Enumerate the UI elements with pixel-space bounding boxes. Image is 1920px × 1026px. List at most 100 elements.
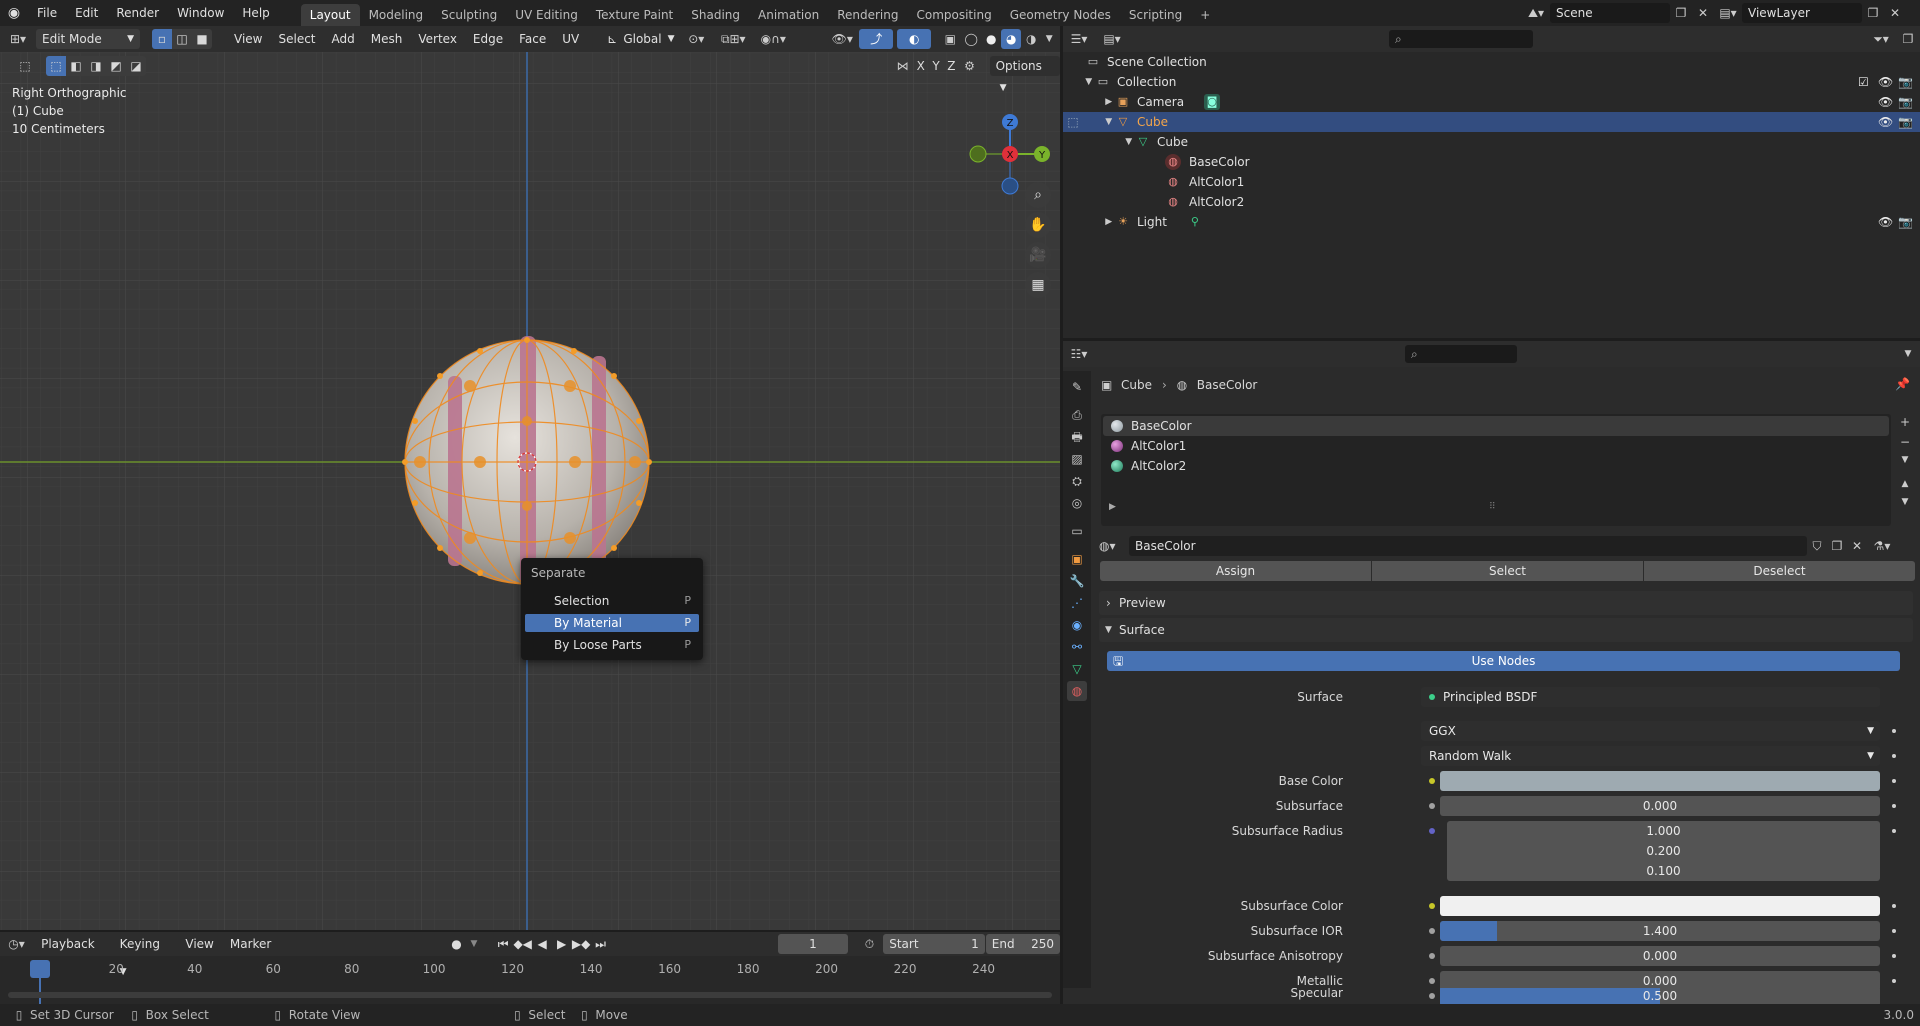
overlay-toggle-icon[interactable]: ◐ bbox=[897, 29, 932, 49]
solid-shading-icon[interactable]: ● bbox=[981, 32, 1001, 46]
jump-start-icon[interactable]: ⏮ bbox=[493, 937, 512, 952]
outliner-row-altcolor1[interactable]: ◍ AltColor1 bbox=[1063, 172, 1920, 192]
constraints-tab-icon[interactable]: ⚯ bbox=[1067, 637, 1087, 657]
outliner-row-camera[interactable]: ▶ ▣ Camera ◙ 👁 📷 bbox=[1063, 92, 1920, 112]
resize-handle-icon[interactable]: ⠿ bbox=[1489, 502, 1496, 512]
options-chevron-icon[interactable]: ▼ bbox=[1896, 349, 1920, 359]
playhead[interactable] bbox=[30, 960, 50, 978]
record-options-icon[interactable]: ▼ bbox=[466, 939, 482, 949]
keyframe-dot-icon[interactable] bbox=[1892, 929, 1896, 933]
pivot-icon[interactable]: ⊙▾ bbox=[679, 32, 713, 46]
3d-viewport[interactable]: ⊞▾ Edit Mode ▼ ▫ ◫ ■ View Select Add Mes… bbox=[0, 26, 1060, 930]
display-mode-icon[interactable]: ▤▾ bbox=[1095, 32, 1129, 46]
view-layer-field[interactable]: ViewLayer bbox=[1742, 3, 1862, 23]
menu-face[interactable]: Face bbox=[511, 26, 554, 52]
modifier-tab-icon[interactable]: 🔧 bbox=[1067, 571, 1087, 591]
rendered-shading-icon[interactable]: ◑ bbox=[1021, 32, 1041, 46]
select-subtract-icon[interactable]: ◨ bbox=[86, 56, 106, 76]
keyframe-dot-icon[interactable] bbox=[1892, 829, 1896, 833]
remove-slot-icon[interactable]: − bbox=[1895, 435, 1915, 455]
remove-scene-icon[interactable]: ✕ bbox=[1692, 6, 1714, 20]
menu-view[interactable]: View bbox=[226, 26, 270, 52]
snap-icon[interactable]: ⧉⊞▾ bbox=[713, 32, 753, 47]
new-collection-icon[interactable]: ❐ bbox=[1896, 32, 1920, 46]
world-tab-icon[interactable]: ◎ bbox=[1067, 493, 1087, 513]
select-tool-icon[interactable]: ⬚ bbox=[14, 56, 36, 76]
pan-hand-icon[interactable]: ✋ bbox=[1025, 212, 1051, 238]
eye-icon[interactable]: 👁 bbox=[1878, 72, 1898, 92]
keyframe-dot-icon[interactable] bbox=[1892, 979, 1896, 983]
blender-logo-icon[interactable]: ◉ bbox=[0, 5, 28, 21]
menu-marker[interactable]: Marker bbox=[222, 931, 279, 957]
menu-mesh[interactable]: Mesh bbox=[363, 26, 411, 52]
assign-button[interactable]: Assign bbox=[1100, 561, 1371, 581]
wireframe-shading-icon[interactable]: ◯ bbox=[961, 32, 981, 46]
editor-type-icon[interactable]: ⊞▾ bbox=[0, 32, 36, 46]
visibility-icon[interactable]: 👁▾ bbox=[825, 32, 859, 46]
filter-icon[interactable]: ⏷▾ bbox=[1866, 32, 1896, 47]
record-icon[interactable]: ● bbox=[447, 937, 466, 951]
menu-help[interactable]: Help bbox=[233, 0, 278, 26]
surface-shader-field[interactable]: Principled BSDF bbox=[1421, 687, 1880, 707]
specular-field[interactable]: 0.500 bbox=[1440, 988, 1880, 1004]
menu-item-by-loose-parts[interactable]: By Loose Parts P bbox=[525, 636, 699, 654]
outliner-editor-icon[interactable]: ☰▾ bbox=[1063, 32, 1095, 46]
timeline-editor-icon[interactable]: ◷▾ bbox=[0, 937, 33, 951]
material-slot-altcolor2[interactable]: AltColor2 bbox=[1103, 456, 1889, 476]
stopwatch-icon[interactable]: ⏱ bbox=[860, 937, 879, 952]
menu-playback[interactable]: Playback ▼ bbox=[33, 931, 112, 977]
pin-icon[interactable]: 📌 bbox=[1895, 377, 1910, 391]
outliner-row-cube[interactable]: ⬚ ▼ ▽ Cube 👁 📷 bbox=[1063, 112, 1920, 132]
menu-add[interactable]: Add bbox=[324, 26, 363, 52]
select-intersect-icon[interactable]: ◪ bbox=[126, 56, 146, 76]
base-color-swatch[interactable] bbox=[1440, 771, 1880, 791]
scene-icon[interactable]: ⛰▾ bbox=[1522, 6, 1550, 21]
browse-material-icon[interactable]: ◍▾ bbox=[1099, 539, 1129, 553]
menu-edit[interactable]: Edit bbox=[66, 0, 107, 26]
subsurface-radius-z-field[interactable]: 0.100 bbox=[1447, 861, 1880, 881]
menu-vertex[interactable]: Vertex bbox=[410, 26, 465, 52]
zoom-icon[interactable]: ⌕ bbox=[1025, 182, 1051, 208]
tab-texture-paint[interactable]: Texture Paint bbox=[587, 4, 682, 26]
subsurface-color-swatch[interactable] bbox=[1440, 896, 1880, 916]
eye-icon[interactable]: 👁 bbox=[1878, 92, 1898, 112]
remove-view-layer-icon[interactable]: ✕ bbox=[1884, 6, 1906, 20]
subsurface-radius-y-field[interactable]: 0.200 bbox=[1447, 841, 1880, 861]
data-tab-icon[interactable]: ▽ bbox=[1067, 659, 1087, 679]
outliner-row-basecolor[interactable]: ◍ BaseColor bbox=[1063, 152, 1920, 172]
keyframe-dot-icon[interactable] bbox=[1892, 804, 1896, 808]
move-up-icon[interactable]: ▲ bbox=[1895, 479, 1915, 497]
vertex-select-icon[interactable]: ▫ bbox=[152, 29, 172, 49]
xray-toggle-icon[interactable]: ▣ bbox=[939, 32, 961, 46]
wrench-options-icon[interactable]: ⚙ bbox=[959, 59, 980, 73]
deselect-button[interactable]: Deselect bbox=[1644, 561, 1915, 581]
output-tab-icon[interactable]: 🖶 bbox=[1067, 427, 1087, 447]
camera-view-icon[interactable]: 🎥 bbox=[1025, 242, 1051, 268]
distribution-dropdown[interactable]: GGX ▼ bbox=[1421, 721, 1880, 741]
tab-rendering[interactable]: Rendering bbox=[828, 4, 907, 26]
select-button[interactable]: Select bbox=[1372, 561, 1643, 581]
menu-select[interactable]: Select bbox=[270, 26, 323, 52]
subsurface-ior-field[interactable]: 1.400 bbox=[1440, 921, 1880, 941]
fake-user-icon[interactable]: ⛉ bbox=[1807, 539, 1827, 554]
render-camera-icon[interactable]: 📷 bbox=[1898, 72, 1920, 92]
material-slot-altcolor1[interactable]: AltColor1 bbox=[1103, 436, 1889, 456]
menu-edge[interactable]: Edge bbox=[465, 26, 511, 52]
menu-window[interactable]: Window bbox=[168, 0, 233, 26]
add-slot-icon[interactable]: + bbox=[1895, 415, 1915, 435]
scene-field[interactable]: Scene bbox=[1550, 3, 1670, 23]
eye-icon[interactable]: 👁 bbox=[1878, 112, 1898, 132]
outliner-row-collection[interactable]: ▼ ▭ Collection ☑ 👁 📷 bbox=[1063, 72, 1920, 92]
jump-keyframe-forward-icon[interactable]: ▶◆ bbox=[571, 937, 590, 951]
tab-animation[interactable]: Animation bbox=[749, 4, 828, 26]
scene-tab-icon[interactable]: ⛭ bbox=[1067, 471, 1087, 491]
material-name-field[interactable]: BaseColor bbox=[1129, 536, 1807, 556]
menu-keying[interactable]: Keying ▼ bbox=[112, 931, 178, 977]
expand-arrow-icon[interactable]: ▼ bbox=[1063, 72, 1095, 92]
view-layer-icon[interactable]: ▤▾ bbox=[1714, 6, 1742, 20]
shading-options-icon[interactable]: ▼ bbox=[1041, 34, 1057, 44]
properties-editor-icon[interactable]: ☷▾ bbox=[1063, 347, 1095, 361]
expand-arrow-icon[interactable]: ▼ bbox=[1063, 132, 1135, 152]
eye-icon[interactable]: 👁 bbox=[1878, 212, 1898, 232]
render-camera-icon[interactable]: 📷 bbox=[1898, 212, 1920, 232]
